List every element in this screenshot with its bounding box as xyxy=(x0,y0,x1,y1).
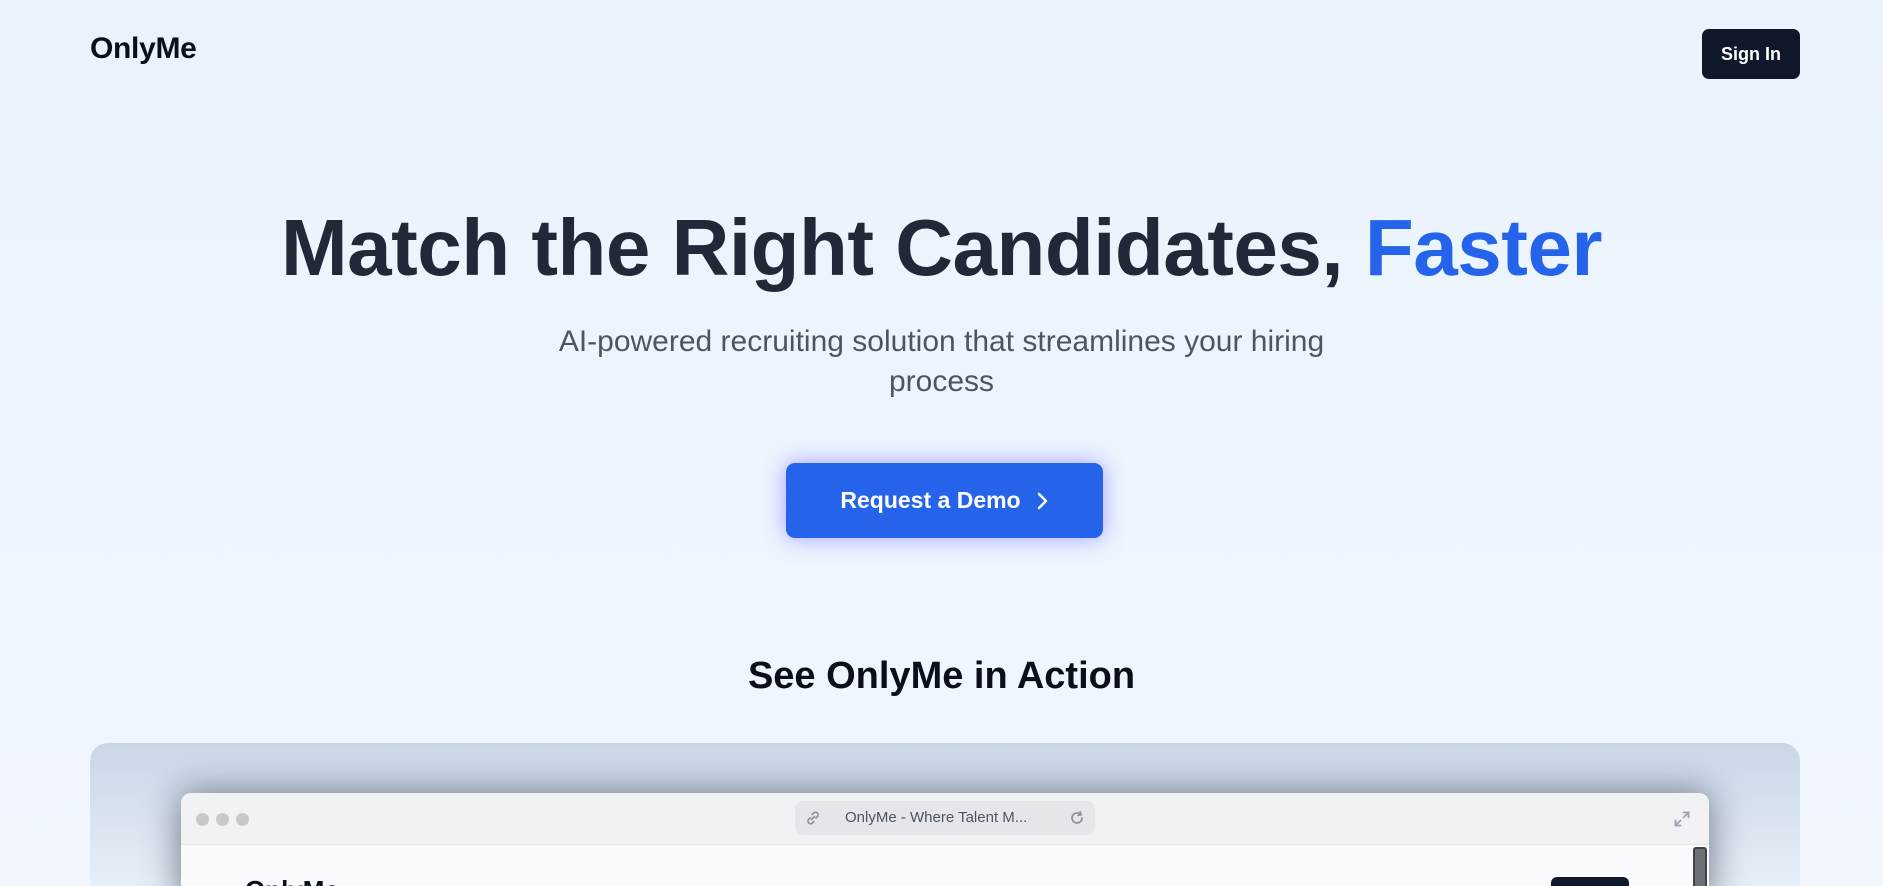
hero-subtitle: AI-powered recruiting solution that stre… xyxy=(558,325,1325,398)
expand-icon[interactable] xyxy=(1673,810,1691,828)
window-dot[interactable] xyxy=(236,813,249,826)
browser-window: OnlyMe - Where Talent M... OnlyMe xyxy=(181,793,1709,886)
embedded-page: OnlyMe xyxy=(181,845,1709,886)
address-bar-text: OnlyMe - Where Talent M... xyxy=(845,809,1028,826)
browser-toolbar: OnlyMe - Where Talent M... xyxy=(181,793,1709,845)
link-icon xyxy=(807,811,819,825)
request-demo-label: Request a Demo xyxy=(840,487,1021,513)
top-nav: OnlyMe Sign In xyxy=(0,0,1883,110)
logo[interactable]: OnlyMe xyxy=(90,32,197,66)
hero-title: Match the Right Candidates, Faster xyxy=(0,200,1883,296)
request-demo-button[interactable]: Request a Demo xyxy=(786,463,1103,538)
hero-title-accent: Faster xyxy=(1364,203,1603,292)
embedded-scrollbar[interactable] xyxy=(1693,847,1707,886)
hero-title-main: Match the Right Candidates, xyxy=(281,203,1344,292)
address-bar[interactable]: OnlyMe - Where Talent M... xyxy=(795,801,1095,835)
window-dot[interactable] xyxy=(196,813,209,826)
embedded-sign-in-button[interactable] xyxy=(1551,877,1629,886)
window-dot[interactable] xyxy=(216,813,229,826)
section-title: See OnlyMe in Action xyxy=(747,655,1136,697)
reload-icon[interactable] xyxy=(1069,810,1085,826)
embedded-logo: OnlyMe xyxy=(245,875,339,886)
chevron-right-icon xyxy=(1037,492,1047,509)
sign-in-button[interactable]: Sign In xyxy=(1702,29,1800,79)
